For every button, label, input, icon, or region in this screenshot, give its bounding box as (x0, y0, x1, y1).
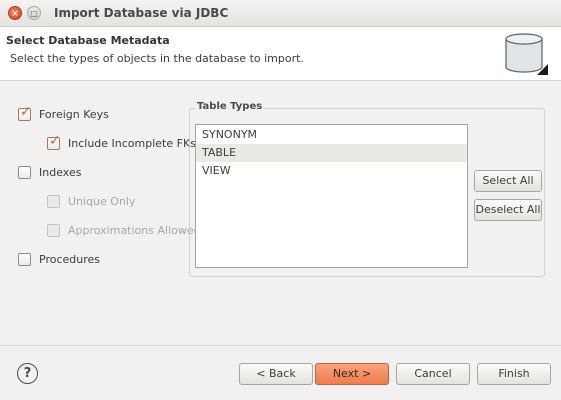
checkbox-box[interactable] (18, 165, 31, 179)
footer-divider (0, 345, 561, 346)
checkbox-box[interactable]: ✓ (18, 104, 32, 121)
checkbox-box[interactable] (18, 252, 31, 266)
cancel-button[interactable]: Cancel (396, 363, 470, 385)
wizard-header: Select Database Metadata Select the type… (0, 27, 561, 81)
checkbox-box (47, 194, 60, 208)
foreign-keys-checkbox[interactable]: ✓ Foreign Keys (18, 104, 109, 122)
close-icon[interactable]: × (8, 6, 22, 20)
list-item[interactable]: VIEW (196, 162, 467, 180)
procedures-label: Procedures (39, 252, 100, 266)
back-button[interactable]: < Back (239, 363, 313, 385)
finish-button[interactable]: Finish (477, 363, 551, 385)
window-title: Import Database via JDBC (54, 6, 229, 20)
check-icon: ✓ (20, 103, 32, 120)
page-description: Select the types of objects in the datab… (10, 52, 304, 65)
procedures-checkbox[interactable]: Procedures (18, 251, 100, 267)
page-title: Select Database Metadata (6, 34, 170, 47)
include-incomplete-fks-label: Include Incomplete FKs (68, 136, 196, 150)
checkbox-box[interactable]: ✓ (47, 133, 61, 150)
table-types-legend: Table Types (195, 101, 265, 112)
approximations-allowed-label: Approximations Allowed (68, 223, 201, 237)
next-button[interactable]: Next > (315, 363, 389, 385)
approximations-allowed-checkbox: Approximations Allowed (47, 222, 201, 238)
indexes-label: Indexes (39, 165, 82, 179)
unique-only-label: Unique Only (68, 194, 136, 208)
list-item[interactable]: TABLE (196, 144, 467, 162)
list-item[interactable]: SYNONYM (196, 126, 467, 144)
table-types-list[interactable]: SYNONYM TABLE VIEW (195, 124, 468, 268)
maximize-icon[interactable]: □ (27, 6, 41, 20)
indexes-checkbox[interactable]: Indexes (18, 164, 81, 180)
foreign-keys-label: Foreign Keys (39, 107, 109, 121)
checkbox-box (47, 223, 60, 237)
select-all-button[interactable]: Select All (474, 170, 542, 192)
title-bar: × □ Import Database via JDBC (0, 0, 561, 27)
deselect-all-button[interactable]: Deselect All (474, 199, 542, 221)
unique-only-checkbox: Unique Only (47, 193, 136, 209)
include-incomplete-fks-checkbox[interactable]: ✓ Include Incomplete FKs (47, 133, 196, 151)
help-icon[interactable]: ? (17, 363, 38, 384)
import-database-dialog: × □ Import Database via JDBC Select Data… (0, 0, 561, 400)
check-icon: ✓ (49, 132, 61, 149)
database-icon (503, 31, 549, 77)
